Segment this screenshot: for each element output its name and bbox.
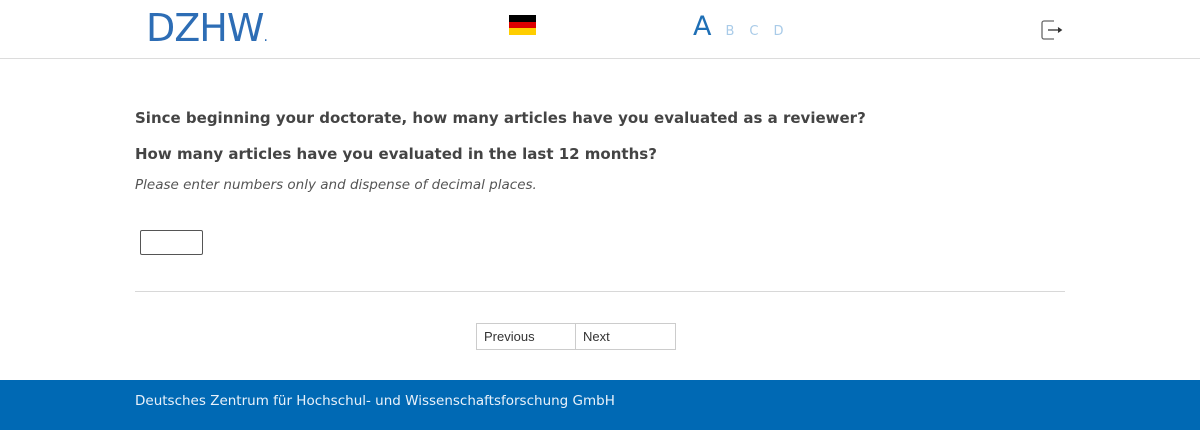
instruction-text: Please enter numbers only and dispense o…	[135, 177, 537, 193]
header: DZHW. A B C D	[0, 0, 1200, 59]
question-text-1: Since beginning your doctorate, how many…	[135, 109, 866, 127]
navigation-buttons: Previous Next	[476, 323, 676, 350]
footer-text: Deutsches Zentrum für Hochschul- und Wis…	[135, 393, 615, 409]
font-size-selector: A B C D	[693, 11, 799, 42]
logo-dot: .	[263, 29, 268, 45]
flag-stripe-black	[509, 15, 536, 22]
german-flag-icon[interactable]	[509, 15, 536, 36]
question-text-2: How many articles have you evaluated in …	[135, 145, 657, 163]
flag-stripe-red	[509, 21, 536, 29]
font-size-b[interactable]: B	[725, 24, 734, 39]
logout-icon[interactable]	[1041, 20, 1063, 40]
divider	[135, 291, 1065, 292]
logo-text: DZHW	[146, 6, 264, 50]
font-size-c[interactable]: C	[749, 24, 758, 39]
dzhw-logo[interactable]: DZHW.	[146, 6, 268, 59]
articles-count-input[interactable]	[140, 230, 203, 255]
previous-button[interactable]: Previous	[476, 323, 576, 350]
font-size-d[interactable]: D	[773, 24, 783, 39]
logout-icon-svg	[1041, 20, 1063, 40]
font-size-a[interactable]: A	[693, 11, 711, 42]
flag-stripe-gold	[509, 28, 536, 36]
next-button[interactable]: Next	[576, 323, 676, 350]
footer: Deutsches Zentrum für Hochschul- und Wis…	[0, 380, 1200, 430]
